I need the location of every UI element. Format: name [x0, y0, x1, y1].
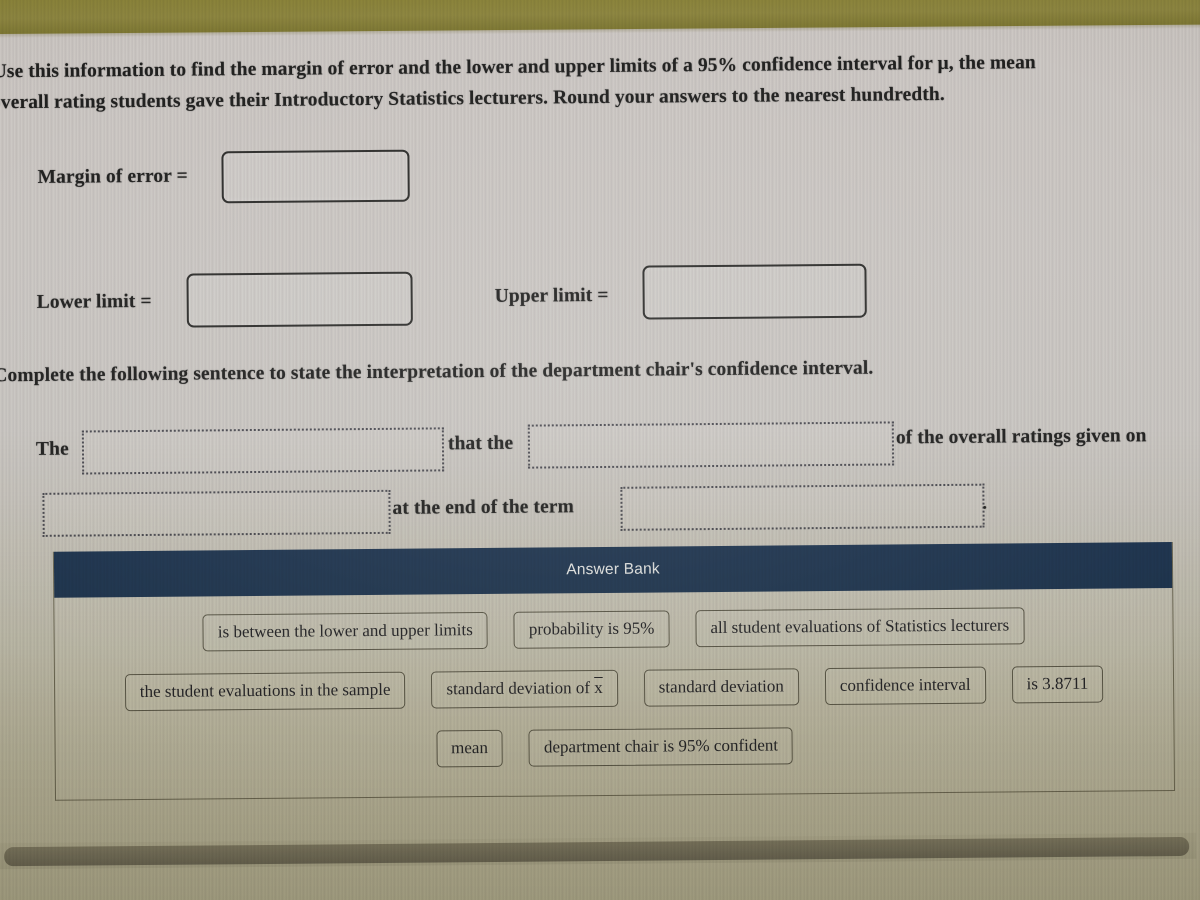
answer-chip[interactable]: department chair is 95% confident	[528, 727, 794, 767]
margin-of-error-input[interactable]	[221, 149, 410, 204]
answer-chip[interactable]: is between the lower and upper limits	[202, 611, 488, 652]
interpretation-blank-2[interactable]	[527, 421, 895, 469]
answer-bank-row: mean department chair is 95% confident	[69, 724, 1159, 771]
question-prompt-line-2: overall rating students gave their Intro…	[0, 83, 945, 114]
answer-chip[interactable]: mean	[435, 729, 504, 768]
interpretation-blank-3[interactable]	[42, 489, 391, 537]
sentence-period: .	[982, 492, 988, 513]
x-bar-symbol: x	[594, 677, 603, 698]
sentence-segment-at-end-of-term: at the end of the term	[392, 496, 575, 519]
answer-chip[interactable]: standard deviation of x	[431, 669, 618, 709]
answer-bank-panel: Answer Bank is between the lower and upp…	[52, 542, 1175, 801]
upper-limit-label: Upper limit =	[494, 284, 609, 307]
answer-bank-title: Answer Bank	[566, 560, 660, 579]
answer-chip[interactable]: confidence interval	[824, 666, 986, 706]
sentence-segment-the: The	[35, 438, 69, 460]
answer-chip[interactable]: probability is 95%	[513, 610, 670, 649]
quiz-content: Use this information to find the margin …	[0, 0, 1200, 900]
interpretation-instruction: Complete the following sentence to state…	[0, 357, 874, 387]
sentence-segment-of-overall-ratings: of the overall ratings given on	[895, 425, 1147, 449]
answer-chip[interactable]: standard deviation	[643, 668, 800, 707]
answer-bank-chips: is between the lower and upper limits pr…	[54, 588, 1174, 781]
answer-bank-row: is between the lower and upper limits pr…	[68, 606, 1158, 653]
interpretation-blank-4[interactable]	[620, 483, 985, 531]
answer-chip[interactable]: the student evaluations in the sample	[124, 671, 406, 712]
question-prompt-line-1: Use this information to find the margin …	[0, 52, 1036, 83]
margin-of-error-label: Margin of error =	[37, 165, 188, 188]
answer-bank-row: the student evaluations in the sample st…	[69, 665, 1159, 712]
photographed-screen: Use this information to find the margin …	[0, 0, 1200, 900]
answer-chip[interactable]: is 3.8711	[1011, 665, 1104, 704]
sentence-segment-that-the: that the	[447, 432, 514, 455]
answer-chip[interactable]: all student evaluations of Statistics le…	[695, 607, 1025, 648]
interpretation-blank-1[interactable]	[81, 427, 445, 475]
upper-limit-input[interactable]	[642, 263, 867, 320]
lower-limit-input[interactable]	[186, 271, 413, 328]
answer-chip-text: standard deviation of	[446, 678, 595, 699]
lower-limit-label: Lower limit =	[36, 290, 152, 313]
